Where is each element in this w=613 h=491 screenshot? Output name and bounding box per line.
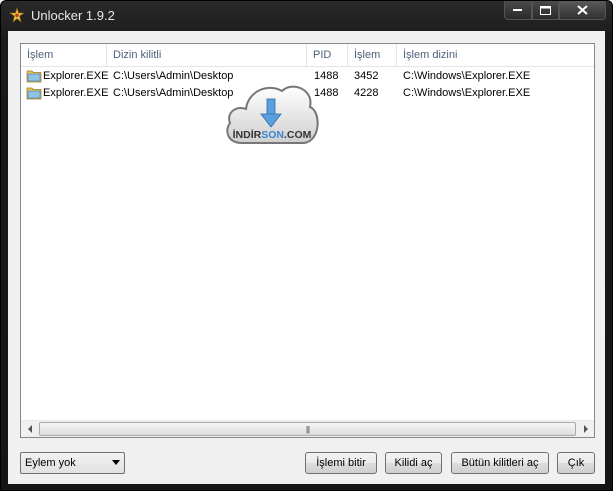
left-arrow-icon	[27, 425, 32, 433]
handle-cell: 4228	[354, 87, 379, 99]
title-bar[interactable]: Unlocker 1.9.2	[1, 1, 612, 31]
action-select[interactable]: Eylem yok	[20, 452, 125, 474]
scroll-left-button[interactable]	[21, 421, 38, 437]
scroll-right-button[interactable]	[577, 421, 594, 437]
kill-process-button[interactable]: İşlemi bitir	[305, 452, 377, 474]
watermark-text-left: İNDİR	[233, 128, 262, 141]
process-path-cell: C:\Windows\Explorer.EXE	[403, 70, 531, 82]
folder-icon	[26, 86, 42, 100]
list-header: İşlem Dizin kilitli PID İşlem İşlem dizi…	[21, 44, 594, 67]
process-list[interactable]: İşlem Dizin kilitli PID İşlem İşlem dizi…	[20, 43, 595, 438]
column-header-process[interactable]: İşlem	[21, 44, 107, 66]
svg-text:İNDİRSON.COM: İNDİRSON.COM	[233, 128, 312, 141]
column-header-pid[interactable]: PID	[307, 44, 348, 66]
minimize-button[interactable]	[504, 1, 532, 20]
window-title: Unlocker 1.9.2	[31, 8, 115, 23]
scrollbar-thumb[interactable]: |||	[39, 422, 576, 436]
maximize-button[interactable]	[532, 1, 559, 20]
process-path-cell: C:\Windows\Explorer.EXE	[403, 87, 531, 99]
watermark-text-right: .COM	[284, 129, 312, 141]
caption-buttons	[504, 1, 606, 21]
grip-icon: |||	[305, 424, 310, 434]
right-arrow-icon	[583, 425, 588, 433]
unlocker-app-icon	[9, 6, 25, 23]
process-name-cell: Explorer.EXE	[43, 87, 109, 99]
locked-path-cell: C:\Users\Admin\Desktop	[113, 87, 234, 99]
column-header-process-path[interactable]: İşlem dizini	[397, 44, 594, 66]
indirson-watermark-logo: İNDİRSON.COM	[226, 85, 319, 144]
action-select-value: Eylem yok	[25, 457, 76, 469]
unlock-all-button[interactable]: Bütün kilitleri aç	[451, 452, 549, 474]
quit-button[interactable]: Çık	[557, 452, 595, 474]
folder-icon	[26, 69, 42, 83]
client-area: İşlem Dizin kilitli PID İşlem İşlem dizi…	[8, 31, 605, 484]
maximize-icon	[540, 5, 551, 15]
column-header-locked-path[interactable]: Dizin kilitli	[107, 44, 307, 66]
close-icon	[577, 5, 588, 15]
minimize-icon	[513, 9, 522, 11]
handle-cell: 3452	[354, 70, 379, 82]
unlocker-window: Unlocker 1.9.2 İşlem Dizin kilitli PID İ…	[0, 0, 613, 491]
watermark-text-accent: SON	[261, 129, 284, 141]
close-button[interactable]	[559, 1, 606, 20]
column-header-handle[interactable]: İşlem	[348, 44, 397, 66]
horizontal-scrollbar[interactable]: |||	[21, 420, 594, 437]
unlock-button[interactable]: Kilidi aç	[385, 452, 442, 474]
chevron-down-icon	[112, 460, 120, 465]
process-name-cell: Explorer.EXE	[43, 70, 109, 82]
locked-path-cell: C:\Users\Admin\Desktop	[113, 70, 234, 82]
